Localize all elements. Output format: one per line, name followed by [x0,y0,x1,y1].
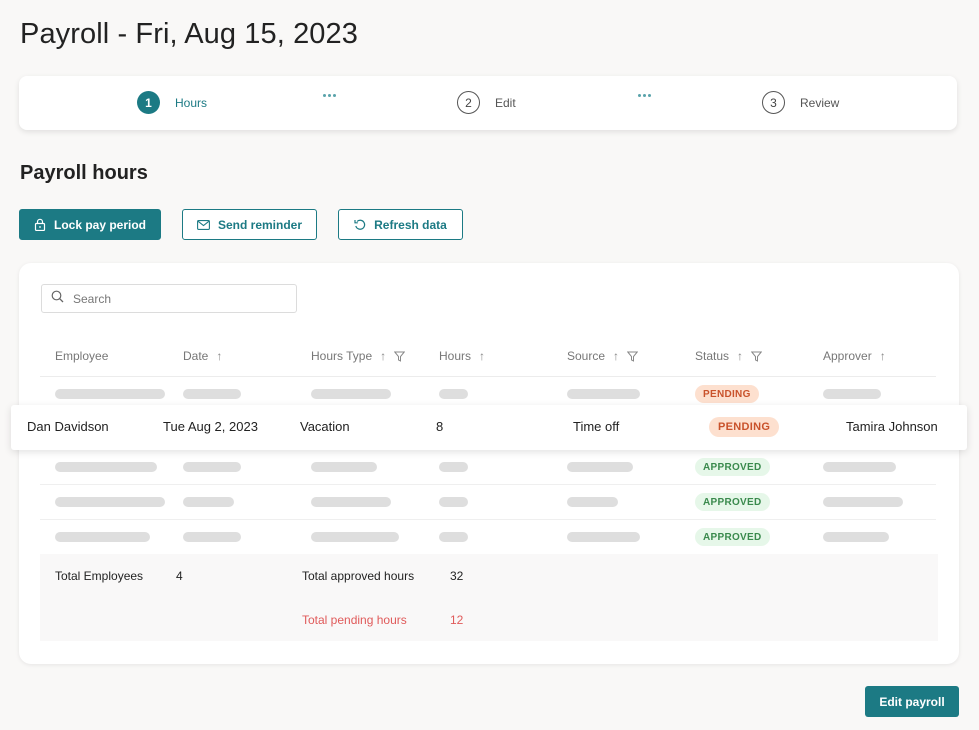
status-badge: PENDING [695,385,759,403]
total-pending-hours-label: Total pending hours [302,613,407,627]
step-number: 3 [762,91,785,114]
filter-icon[interactable] [627,351,639,362]
cell-approver: Tamira Johnson [846,419,938,434]
loading-placeholder [567,532,640,542]
cell-hours: 8 [436,419,444,434]
cell-hours-type: Vacation [300,419,350,434]
loading-placeholder [439,497,468,507]
loading-placeholder [55,389,165,399]
loading-placeholder [567,462,633,472]
sort-arrow-up-icon[interactable]: ↑ [880,349,886,363]
status-badge: PENDING [709,417,780,437]
total-employees-value: 4 [176,569,183,583]
loading-placeholder [183,497,234,507]
filter-icon[interactable] [751,351,763,362]
loading-placeholder [823,497,903,507]
totals-summary: Total Employees 4 Total approved hours 3… [40,554,938,641]
column-header-source[interactable]: Source ↑ [567,349,639,363]
column-label: Approver [823,349,872,363]
column-header-hours[interactable]: Hours ↑ [439,349,485,363]
column-header-status[interactable]: Status ↑ [695,349,763,363]
step-label: Hours [175,95,208,110]
step-review[interactable]: 3 Review [762,91,839,114]
sort-arrow-up-icon[interactable]: ↑ [380,349,386,363]
table-row-highlighted[interactable]: Dan Davidson Tue Aug 2, 2023 Vacation 8 … [11,405,967,450]
column-header-date[interactable]: Date ↑ [183,349,222,363]
loading-placeholder [823,389,881,399]
status-badge: APPROVED [695,528,770,546]
sort-arrow-up-icon[interactable]: ↑ [737,349,743,363]
status-badge: APPROVED [695,493,770,511]
loading-placeholder [311,532,399,542]
payroll-hours-card: Employee Date ↑ Hours Type ↑ Hours ↑ Sou… [19,263,959,664]
refresh-icon [354,219,366,231]
step-label: Edit [495,95,516,110]
column-label: Status [695,349,730,363]
loading-placeholder [183,389,241,399]
refresh-data-label: Refresh data [374,217,447,232]
search-icon [51,290,64,308]
loading-placeholder [55,532,150,542]
loading-placeholder [567,497,618,507]
loading-placeholder [183,532,241,542]
total-approved-hours-label: Total approved hours [302,569,415,583]
step-separator-icon [323,94,336,97]
loading-placeholder [439,532,468,542]
loading-placeholder [823,532,889,542]
total-employees-label: Total Employees [55,569,144,583]
sort-arrow-up-icon[interactable]: ↑ [479,349,485,363]
column-header-approver[interactable]: Approver ↑ [823,349,886,363]
table-row[interactable]: APPROVED [40,485,936,520]
cell-employee: Dan Davidson [27,419,109,434]
step-hours[interactable]: 1 Hours [137,91,207,114]
page-title: Payroll - Fri, Aug 15, 2023 [20,18,358,50]
search-box[interactable] [41,284,297,313]
table-row[interactable]: APPROVED [40,520,936,555]
loading-placeholder [439,389,468,399]
status-badge: APPROVED [695,458,770,476]
loading-placeholder [311,497,391,507]
step-number: 1 [137,91,160,114]
lock-pay-period-button[interactable]: Lock pay period [19,209,161,240]
lock-icon [34,218,46,231]
column-label: Hours Type [311,349,373,363]
step-edit[interactable]: 2 Edit [457,91,516,114]
column-label: Source [567,349,606,363]
loading-placeholder [439,462,468,472]
loading-placeholder [55,497,165,507]
loading-placeholder [183,462,241,472]
column-header-hours-type[interactable]: Hours Type ↑ [311,349,406,363]
send-reminder-label: Send reminder [217,217,303,232]
total-approved-hours-value: 32 [450,569,464,583]
send-reminder-button[interactable]: Send reminder [182,209,317,240]
loading-placeholder [311,389,391,399]
step-label: Review [800,95,840,110]
column-label: Hours [439,349,472,363]
cell-date: Tue Aug 2, 2023 [163,419,258,434]
loading-placeholder [823,462,896,472]
cell-source: Time off [573,419,620,434]
mail-icon [197,219,210,230]
edit-payroll-button[interactable]: Edit payroll [865,686,959,717]
table-row[interactable]: APPROVED [40,450,936,485]
section-title: Payroll hours [20,162,148,184]
step-separator-icon [638,94,651,97]
sort-arrow-up-icon[interactable]: ↑ [613,349,619,363]
lock-pay-period-label: Lock pay period [53,217,147,232]
loading-placeholder [567,389,640,399]
loading-placeholder [311,462,377,472]
filter-icon[interactable] [394,351,406,362]
table-header: Employee Date ↑ Hours Type ↑ Hours ↑ Sou… [40,347,936,377]
refresh-data-button[interactable]: Refresh data [338,209,463,240]
payroll-stepper: 1 Hours 2 Edit 3 Review [19,76,957,130]
search-input[interactable] [73,291,273,306]
column-label: Employee [55,349,109,363]
column-header-employee[interactable]: Employee [55,349,108,363]
sort-arrow-up-icon[interactable]: ↑ [216,349,222,363]
column-label: Date [183,349,209,363]
step-number: 2 [457,91,480,114]
loading-placeholder [55,462,157,472]
total-pending-hours-value: 12 [450,613,464,627]
